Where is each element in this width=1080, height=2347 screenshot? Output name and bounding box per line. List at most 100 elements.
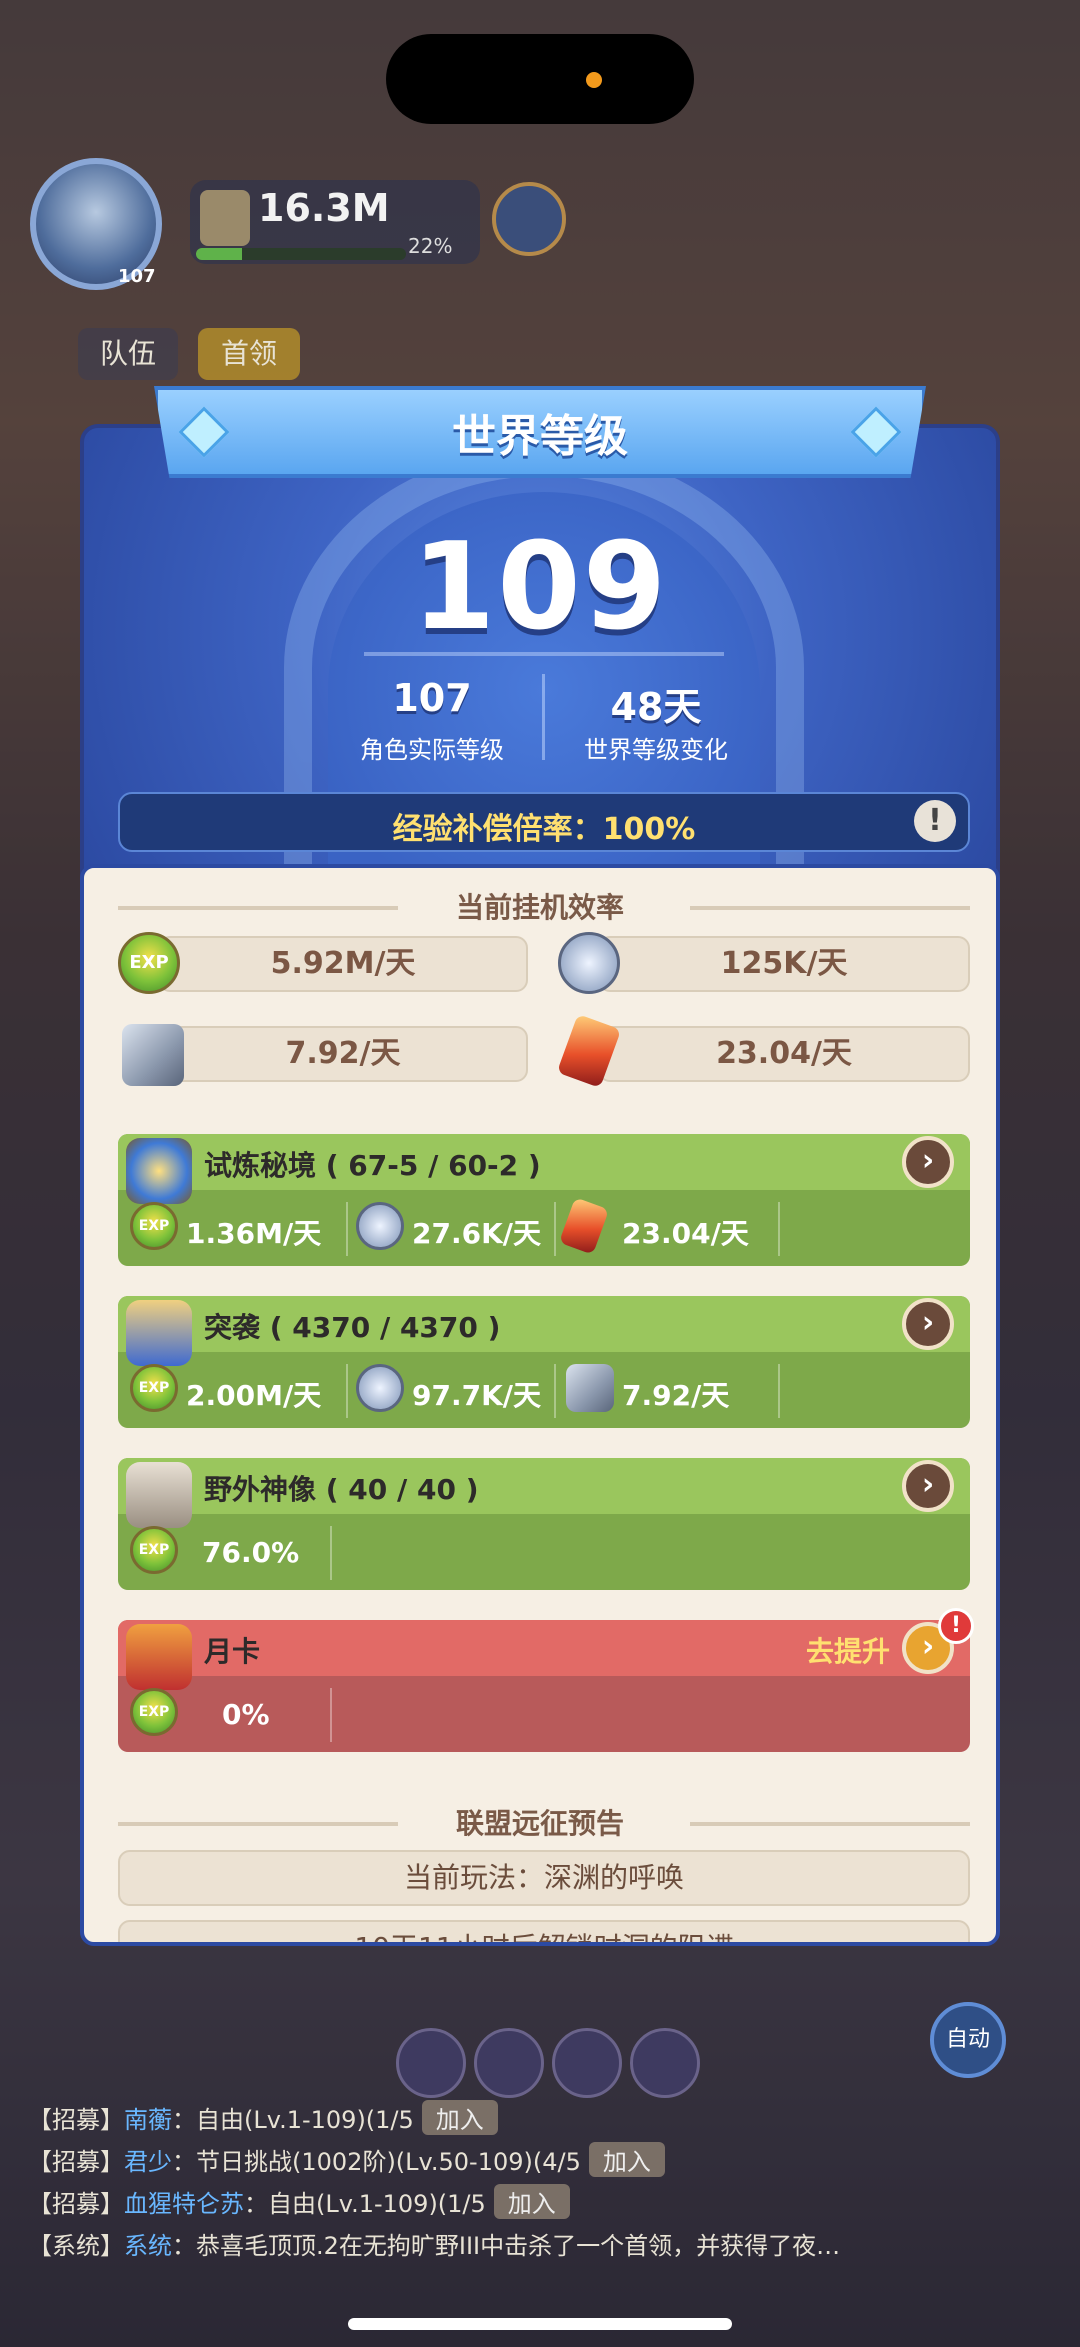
exp-compensation-bar: 经验补偿倍率：100% ! <box>118 792 970 852</box>
resource-value: 27.6K/天 <box>412 1217 542 1250</box>
chat-text: ：节日挑战(1002阶)(Lv.50-109)(4/5 <box>172 2148 581 2176</box>
chat-text: ：自由(Lv.1-109)(1/5 <box>244 2190 486 2218</box>
trial-icon <box>126 1138 192 1204</box>
world-level-value: 109 <box>411 518 669 657</box>
power-progress-bar <box>196 248 406 260</box>
join-button[interactable]: 加入 <box>493 2184 570 2219</box>
chat-name[interactable]: 南蘅 <box>124 2106 172 2134</box>
wild-statue-card[interactable]: 野外神像 ( 40 / 40 ) › EXP 76.0% <box>118 1458 970 1590</box>
stone-icon <box>566 1364 614 1412</box>
resource-value: 1.36M/天 <box>186 1217 322 1250</box>
chevron-right-icon[interactable]: › <box>902 1298 954 1350</box>
privacy-indicator <box>586 72 602 88</box>
expedition-mode: 当前玩法：深渊的呼唤 <box>118 1850 970 1906</box>
month-card-icon <box>126 1624 192 1690</box>
world-level-change-value: 48天 <box>610 685 702 729</box>
power-value: 16.3M <box>258 186 390 230</box>
info-icon[interactable]: ! <box>914 800 956 842</box>
skill-icon[interactable] <box>396 2028 466 2098</box>
raid-icon <box>126 1300 192 1366</box>
chat-prefix: 【系统】 <box>28 2232 124 2260</box>
modal-title: 世界等级 <box>452 411 628 462</box>
idle-efficiency-title: 当前挂机效率 <box>455 891 624 924</box>
chevron-right-icon[interactable]: › <box>902 1460 954 1512</box>
divider <box>554 1202 556 1256</box>
chat-line: 【招募】南蘅：自由(Lv.1-109)(1/5 加入 <box>28 2100 498 2135</box>
chat-prefix: 【招募】 <box>28 2148 124 2176</box>
resource-value: 7.92/天 <box>622 1379 730 1412</box>
resource-pill: 125K/天 <box>598 936 970 992</box>
tab-team[interactable]: 队伍 <box>78 328 178 380</box>
resource-value: 0% <box>222 1698 270 1731</box>
exp-compensation-label: 经验补偿倍率： <box>392 812 603 847</box>
dynamic-island <box>386 34 694 124</box>
hourglass-icon[interactable] <box>492 182 566 256</box>
chat-text: ：自由(Lv.1-109)(1/5 <box>172 2106 414 2134</box>
divider <box>346 1202 348 1256</box>
card-title: 突袭 ( 4370 / 4370 ) <box>204 1311 501 1344</box>
exp-compensation-text: 经验补偿倍率：100% <box>120 804 968 848</box>
card-title: 月卡 <box>204 1635 261 1668</box>
resource-value: 2.00M/天 <box>186 1379 322 1412</box>
chat-name[interactable]: 血猩特仑苏 <box>124 2190 244 2218</box>
exp-icon: EXP <box>118 932 180 994</box>
chat-line: 【招募】君少：节日挑战(1002阶)(Lv.50-109)(4/5 加入 <box>28 2142 665 2177</box>
player-level: 107 <box>118 266 156 287</box>
month-card-card[interactable]: 月卡 去提升 › EXP 0% <box>118 1620 970 1752</box>
coin-icon <box>356 1202 404 1250</box>
divider <box>364 652 724 656</box>
exp-icon: EXP <box>130 1688 178 1736</box>
crystal-icon <box>558 1197 610 1255</box>
chat-prefix: 【招募】 <box>28 2190 124 2218</box>
card-title: 试炼秘境 ( 67-5 / 60-2 ) <box>204 1149 541 1182</box>
skill-icon[interactable] <box>474 2028 544 2098</box>
join-button[interactable]: 加入 <box>588 2142 665 2177</box>
chat-line: 【招募】血猩特仑苏：自由(Lv.1-109)(1/5 加入 <box>28 2184 570 2219</box>
upgrade-label[interactable]: 去提升 <box>806 1630 890 1670</box>
alert-badge-icon: ! <box>938 1608 974 1644</box>
char-level-value: 107 <box>392 676 472 720</box>
world-level-change-label: 世界等级变化 <box>584 736 728 764</box>
exp-icon: EXP <box>130 1202 178 1250</box>
auto-button[interactable]: 自动 <box>930 2002 1006 2078</box>
chat-prefix: 【招募】 <box>28 2106 124 2134</box>
power-progress-fill <box>196 248 243 260</box>
resource-pill: 23.04/天 <box>598 1026 970 1082</box>
raid-card[interactable]: 突袭 ( 4370 / 4370 ) › EXP 2.00M/天 97.7K/天 … <box>118 1296 970 1428</box>
divider <box>778 1202 780 1256</box>
divider <box>330 1526 332 1580</box>
resource-pill: 5.92M/天 <box>158 936 528 992</box>
resource-value: 76.0% <box>202 1536 300 1569</box>
skill-icon[interactable] <box>630 2028 700 2098</box>
chat-text: ：恭喜毛顶顶.2在无拘旷野III中击杀了一个首领，并获得了夜… <box>172 2232 841 2260</box>
expedition-next: 10天11小时后解锁时洞的阻谍 <box>118 1920 970 1942</box>
join-button[interactable]: 加入 <box>421 2100 498 2135</box>
divider <box>554 1364 556 1418</box>
divider <box>330 1688 332 1742</box>
tab-boss[interactable]: 首领 <box>198 328 300 380</box>
chat-name[interactable]: 君少 <box>124 2148 172 2176</box>
coin-icon <box>356 1364 404 1412</box>
char-level-label: 角色实际等级 <box>360 736 504 764</box>
chevron-right-icon[interactable]: › <box>902 1136 954 1188</box>
divider <box>778 1364 780 1418</box>
divider <box>542 674 545 760</box>
coin-icon <box>558 932 620 994</box>
resource-value: 23.04/天 <box>622 1217 749 1250</box>
title-banner: 世界等级 <box>154 386 926 478</box>
skill-icon[interactable] <box>552 2028 622 2098</box>
chat-name[interactable]: 系统 <box>124 2232 172 2260</box>
trial-realm-card[interactable]: 试炼秘境 ( 67-5 / 60-2 ) › EXP 1.36M/天 27.6K/… <box>118 1134 970 1266</box>
expedition-title: 联盟远征预告 <box>455 1807 624 1840</box>
modal-body: 当前挂机效率 5.92M/天 EXP 125K/天 7.92/天 23.04/天… <box>80 864 1000 1946</box>
sword-icon <box>200 190 250 246</box>
resource-pill: 7.92/天 <box>158 1026 528 1082</box>
exp-compensation-value: 100% <box>602 812 696 847</box>
world-level-modal: 109 107 角色实际等级 48天 世界等级变化 经验补偿倍率：100% ! … <box>80 386 1000 1954</box>
home-indicator[interactable] <box>348 2318 732 2330</box>
world-level-header-panel: 109 107 角色实际等级 48天 世界等级变化 经验补偿倍率：100% ! <box>80 424 1000 888</box>
exp-icon: EXP <box>130 1526 178 1574</box>
divider <box>346 1364 348 1418</box>
chat-line: 【系统】系统：恭喜毛顶顶.2在无拘旷野III中击杀了一个首领，并获得了夜… <box>28 2226 840 2261</box>
stone-icon <box>122 1024 184 1086</box>
